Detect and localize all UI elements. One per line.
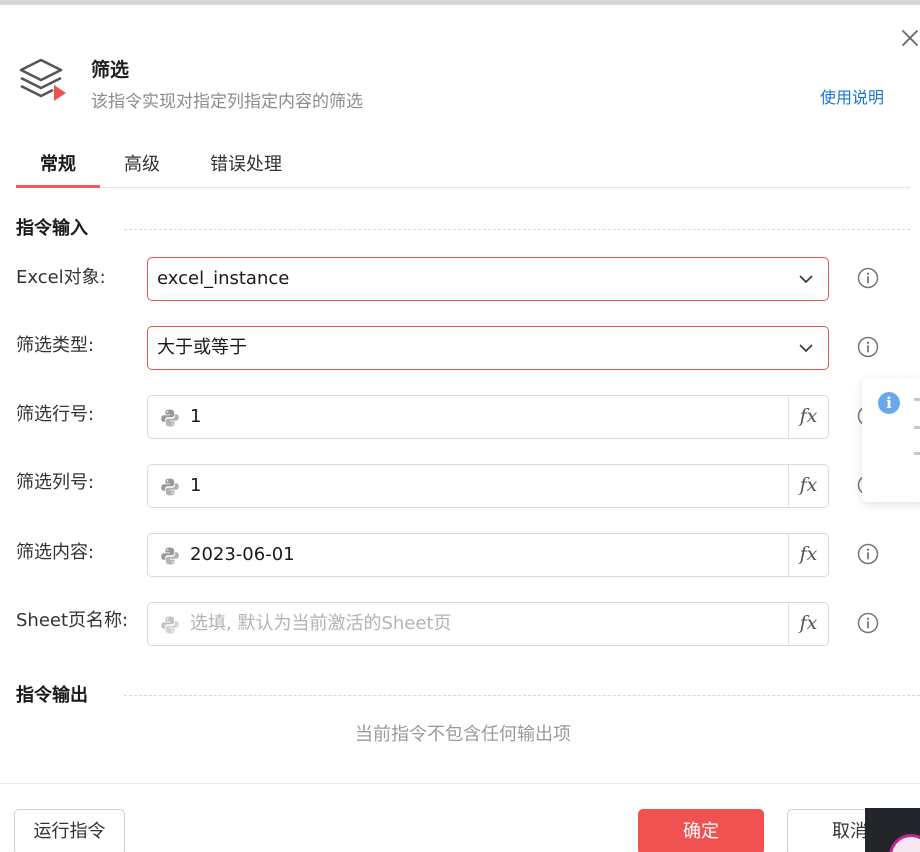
filter-content-value: 2023-06-01 xyxy=(190,544,295,565)
layers-icon xyxy=(17,56,69,106)
excel-object-value: excel_instance xyxy=(157,268,290,289)
chevron-down-icon xyxy=(799,275,813,284)
tooltip-text-fragment xyxy=(914,426,920,429)
filter-content-label: 筛选内容: xyxy=(16,542,95,563)
filter-row-label: 筛选行号: xyxy=(16,404,95,425)
footer-divider xyxy=(0,783,920,784)
dialog-title: 筛选 xyxy=(91,59,130,81)
fx-button[interactable]: fx xyxy=(788,465,828,507)
tab-general[interactable]: 常规 xyxy=(16,148,100,188)
filter-type-label: 筛选类型: xyxy=(16,335,95,356)
python-icon xyxy=(161,478,179,496)
chevron-down-icon xyxy=(799,344,813,353)
help-link[interactable]: 使用说明 xyxy=(820,86,884,110)
filter-type-select[interactable]: 大于或等于 xyxy=(147,326,829,370)
input-section-title: 指令输入 xyxy=(16,218,88,239)
section-divider xyxy=(124,229,910,230)
fx-button[interactable]: fx xyxy=(788,534,828,576)
filter-content-input[interactable]: 2023-06-01 fx xyxy=(147,533,829,577)
filter-col-input[interactable]: 1 fx xyxy=(147,464,829,508)
excel-object-select[interactable]: excel_instance xyxy=(147,257,829,301)
info-icon[interactable] xyxy=(857,267,879,289)
output-section-title: 指令输出 xyxy=(16,685,88,706)
python-icon xyxy=(161,547,179,565)
tooltip-text-fragment xyxy=(914,452,920,455)
info-icon[interactable] xyxy=(857,543,879,565)
info-icon[interactable] xyxy=(857,336,879,358)
dialog-subtitle: 该指令实现对指定列指定内容的筛选 xyxy=(91,92,363,112)
info-tip-icon: i xyxy=(878,392,900,414)
filter-row-input[interactable]: 1 fx xyxy=(147,395,829,439)
sheet-name-placeholder: 选填, 默认为当前激活的Sheet页 xyxy=(190,613,452,634)
tooltip-text-fragment xyxy=(914,398,920,401)
run-command-button[interactable]: 运行指令 xyxy=(14,809,125,852)
filter-row-value: 1 xyxy=(190,406,202,427)
sheet-name-input[interactable]: 选填, 默认为当前激活的Sheet页 fx xyxy=(147,602,829,646)
confirm-button[interactable]: 确定 xyxy=(638,809,764,852)
filter-col-label: 筛选列号: xyxy=(16,472,95,493)
info-icon[interactable] xyxy=(857,612,879,634)
section-divider xyxy=(124,695,920,696)
sheet-name-label: Sheet页名称: xyxy=(16,610,129,631)
empty-output-text: 当前指令不包含任何输出项 xyxy=(355,724,571,745)
close-icon[interactable] xyxy=(898,26,920,50)
floating-assistant-widget[interactable] xyxy=(865,808,920,852)
tab-bar: 常规 高级 错误处理 xyxy=(16,148,910,188)
tab-advanced[interactable]: 高级 xyxy=(112,148,172,188)
top-border xyxy=(0,0,920,5)
filter-type-value: 大于或等于 xyxy=(157,337,247,358)
excel-object-label: Excel对象: xyxy=(16,267,106,288)
python-icon xyxy=(161,616,179,634)
tab-error-handling[interactable]: 错误处理 xyxy=(196,148,296,188)
python-icon xyxy=(161,409,179,427)
tooltip-popover: i xyxy=(862,378,920,502)
fx-button[interactable]: fx xyxy=(788,603,828,645)
fx-button[interactable]: fx xyxy=(788,396,828,438)
filter-col-value: 1 xyxy=(190,475,202,496)
assistant-avatar xyxy=(889,834,920,852)
